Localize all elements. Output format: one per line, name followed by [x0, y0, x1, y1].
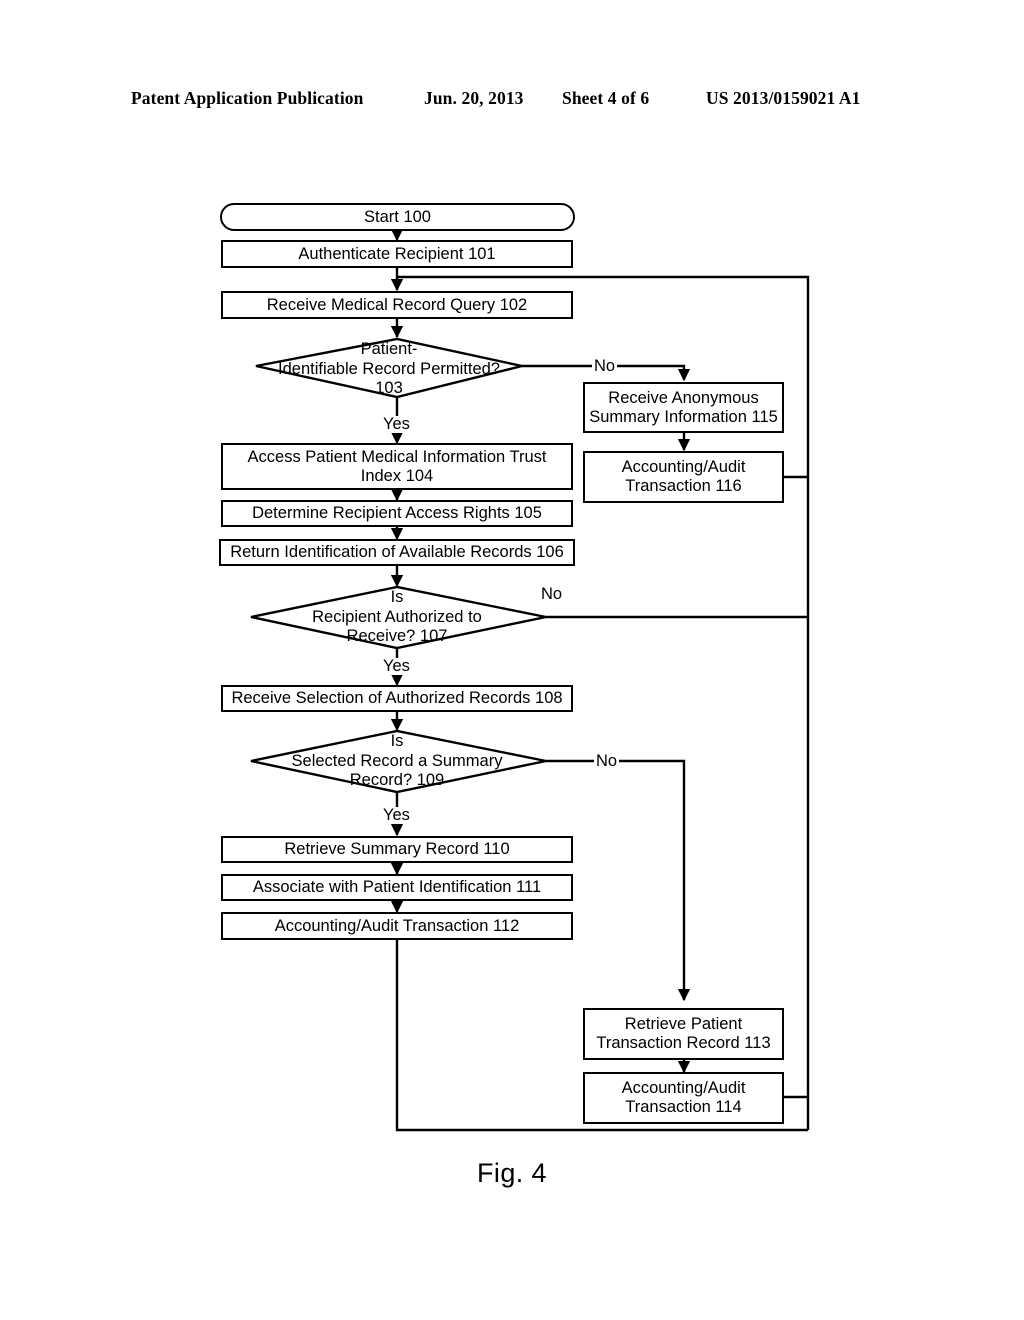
edge-label-109-no: No: [594, 752, 620, 770]
node-determine-recipient-access-rights-105[interactable]: Determine Recipient Access Rights 105: [221, 500, 573, 527]
node-accounting-audit-transaction-116[interactable]: Accounting/Audit Transaction 116: [583, 451, 784, 503]
node-label-line-1: Accounting/Audit: [621, 458, 746, 476]
flowchart-connectors: [250, 228, 810, 1132]
node-receive-selection-of-authorized-records-108[interactable]: Receive Selection of Authorized Records …: [221, 685, 573, 712]
node-associate-with-patient-identification-111[interactable]: Associate with Patient Identification 11…: [221, 874, 573, 901]
node-label: Accounting/Audit Transaction 112: [274, 916, 520, 935]
node-accounting-audit-transaction-114[interactable]: Accounting/Audit Transaction 114: [583, 1072, 784, 1124]
decision-shape-107: [250, 585, 547, 650]
figure-caption: Fig. 4: [477, 1158, 547, 1188]
node-label: Authenticate Recipient 101: [298, 244, 496, 263]
edge-label-103-no: No: [592, 357, 618, 375]
node-label: Receive Medical Record Query 102: [266, 295, 528, 314]
node-label: Return Identification of Available Recor…: [230, 543, 564, 561]
node-label-line-1: Access Patient Medical Information Trust: [247, 447, 547, 466]
node-label-line-2: Summary Information 115: [589, 407, 778, 426]
node-label-line-1: Receive Anonymous: [608, 388, 759, 407]
node-start-100[interactable]: Start 100: [220, 203, 575, 231]
node-receive-anonymous-summary-information-115[interactable]: Receive Anonymous Summary Information 11…: [583, 382, 784, 433]
edge-label-109-yes: Yes: [381, 806, 412, 824]
node-label: Retrieve Summary Record 110: [284, 840, 510, 858]
node-label-line-2: Transaction 116: [625, 477, 742, 495]
node-label-line-1: Retrieve Patient: [624, 1015, 743, 1033]
node-label: Associate with Patient Identification 11…: [252, 878, 542, 896]
node-label-line-2: Index 104: [360, 466, 434, 485]
node-label-line-2: Transaction Record 113: [596, 1034, 771, 1052]
node-authenticate-recipient-101[interactable]: Authenticate Recipient 101: [221, 240, 573, 268]
decision-shape-109: [250, 729, 547, 794]
node-label: Determine Recipient Access Rights 105: [252, 504, 542, 522]
node-receive-medical-record-query-102[interactable]: Receive Medical Record Query 102: [221, 291, 573, 319]
node-retrieve-summary-record-110[interactable]: Retrieve Summary Record 110: [221, 836, 573, 863]
node-label-line-1: Accounting/Audit: [621, 1079, 746, 1097]
edge-label-107-no: No: [539, 585, 565, 603]
edge-label-103-yes: Yes: [381, 415, 412, 433]
node-return-identification-of-available-records-106[interactable]: Return Identification of Available Recor…: [219, 539, 575, 566]
node-retrieve-patient-transaction-record-113[interactable]: Retrieve Patient Transaction Record 113: [583, 1008, 784, 1060]
node-accounting-audit-transaction-112[interactable]: Accounting/Audit Transaction 112: [221, 912, 573, 940]
node-access-patient-medical-information-trust-index-104[interactable]: Access Patient Medical Information Trust…: [221, 443, 573, 490]
edge-label-107-yes: Yes: [381, 657, 412, 675]
node-label: Receive Selection of Authorized Records …: [231, 689, 563, 707]
node-label-line-2: Transaction 114: [625, 1098, 742, 1116]
node-label: Start 100: [364, 207, 431, 226]
decision-shape-103: [255, 337, 523, 399]
